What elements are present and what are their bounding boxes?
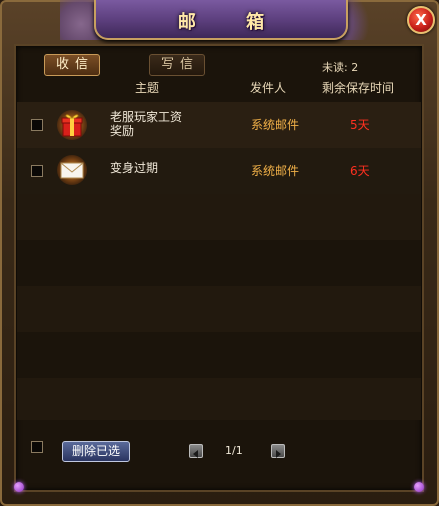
column-header-sender: 发件人 (250, 81, 287, 95)
mail-remaining-time: 6天 (350, 164, 370, 178)
corner-gem-icon (414, 482, 424, 492)
mail-subject: 老服玩家工资 奖励 (110, 110, 182, 138)
empty-row (17, 286, 421, 332)
empty-row (17, 332, 421, 378)
mail-subject: 变身过期 (110, 161, 158, 175)
mail-sender: 系统邮件 (251, 164, 300, 178)
mail-subject-line1: 老服玩家工资 (110, 110, 183, 124)
title-plate: 邮 箱 (94, 0, 348, 40)
unread-count: 未读: 2 (322, 61, 359, 74)
corner-gem-icon (14, 482, 24, 492)
mail-subject-line1: 变身过期 (110, 161, 159, 175)
prev-page-button[interactable] (189, 444, 203, 458)
mail-row[interactable]: 变身过期 系统邮件 6天 (17, 148, 421, 194)
delete-selected-button[interactable]: 删除已选 (62, 441, 130, 462)
gift-icon (57, 110, 87, 140)
mail-subject-line2: 奖励 (110, 124, 135, 138)
tab-compose[interactable]: 写信 (149, 54, 205, 76)
empty-row (17, 378, 421, 420)
empty-row (17, 194, 421, 240)
arrow-left-icon (193, 450, 198, 458)
mail-row-checkbox[interactable] (31, 165, 43, 177)
column-header-remaining: 剩余保存时间 (322, 81, 395, 95)
tab-inbox[interactable]: 收信 (44, 54, 100, 76)
column-header-subject: 主题 (135, 81, 160, 95)
select-all-checkbox[interactable] (31, 441, 43, 453)
mail-row[interactable]: 老服玩家工资 奖励 系统邮件 5天 (17, 102, 421, 148)
window-title: 邮 箱 (177, 12, 287, 33)
mail-sender: 系统邮件 (251, 118, 300, 132)
mail-remaining-time: 5天 (350, 118, 370, 132)
mail-row-checkbox[interactable] (31, 119, 43, 131)
close-button[interactable]: X (407, 6, 435, 34)
next-page-button[interactable] (271, 444, 285, 458)
arrow-right-icon (276, 450, 281, 458)
page-indicator: 1/1 (225, 444, 243, 457)
empty-row (17, 240, 421, 286)
envelope-icon (57, 155, 87, 185)
